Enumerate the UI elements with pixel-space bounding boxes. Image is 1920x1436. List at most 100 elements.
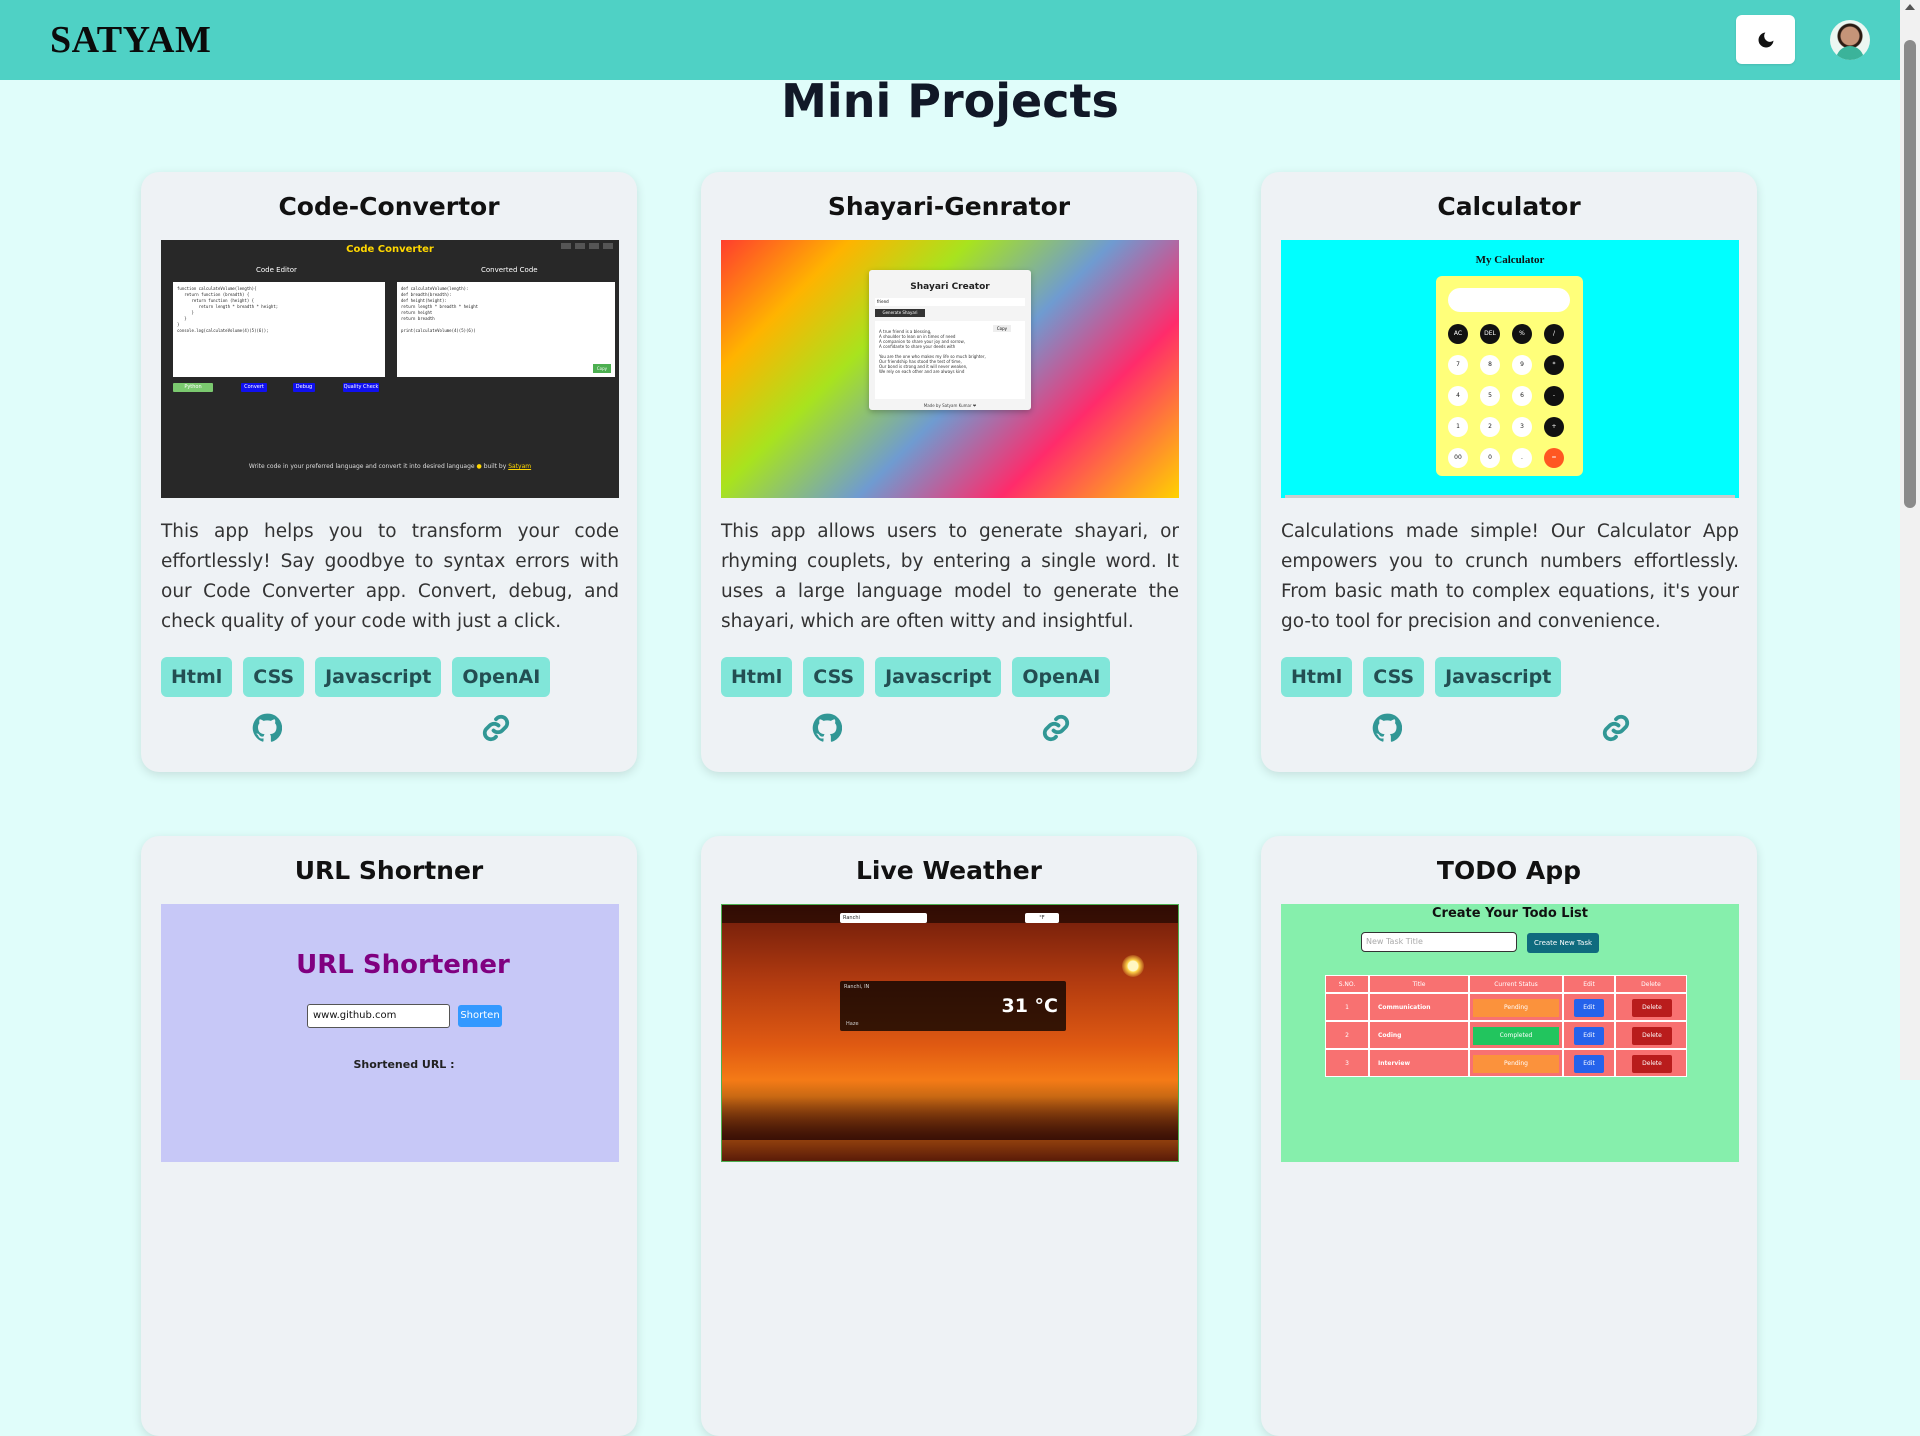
tag-html: Html — [1281, 657, 1353, 697]
github-icon — [252, 713, 282, 742]
preview-copy-button: Copy — [992, 325, 1011, 332]
preview-calc-key: 3 — [1512, 417, 1532, 437]
project-card-url-shortner: URL Shortner URL Shortener www.github.co… — [141, 836, 637, 1436]
card-title: Code-Convertor — [278, 192, 500, 221]
preview-calc-key: . — [1512, 448, 1532, 468]
project-preview-image: My Calculator AC DEL%/7 8 9 * 4 5 6-1 2 3 +00 0. = — [1281, 240, 1739, 498]
project-card-live-weather: Live Weather Ranchi °F Ranchi, IN 31 °C … — [701, 836, 1197, 1436]
preview-todo-table: S.NO. Title Current Status Edit Delete 1 Commu… — [1325, 975, 1697, 1077]
tag-javascript: Javascript — [1435, 657, 1562, 697]
preview-calc-key: / — [1544, 324, 1564, 344]
card-title: TODO App — [1436, 856, 1582, 885]
preview-city-search: Ranchi — [840, 913, 927, 923]
theme-toggle-button[interactable] — [1736, 15, 1795, 64]
preview-title: My Calculator — [1475, 254, 1545, 266]
preview-language-select: Python — [173, 383, 213, 392]
preview-table-cell: Interview — [1369, 1049, 1469, 1077]
card-title: Shayari-Genrator — [827, 192, 1071, 221]
project-preview-image: URL Shortener www.github.com Shorten Sho… — [161, 904, 619, 1162]
preview-debug-button: Debug — [293, 383, 315, 392]
avatar[interactable] — [1830, 20, 1870, 60]
scroll-up-icon[interactable] — [1905, 4, 1915, 10]
page-scrollbar[interactable] — [1900, 0, 1920, 1080]
preview-calculator-body: AC DEL%/7 8 9 * 4 5 6-1 2 3 +00 0. = — [1436, 276, 1583, 476]
card-description: Calculations made simple! Our Calculator… — [1281, 521, 1739, 632]
preview-calc-key: 00 — [1448, 448, 1468, 468]
preview-calc-key: 5 — [1480, 386, 1500, 406]
tag-list: Html CSS Javascript OpenAI — [161, 657, 551, 697]
scrollbar-thumb[interactable] — [1904, 40, 1916, 508]
preview-location: Ranchi, IN — [844, 984, 870, 990]
preview-table-cell: 3 — [1325, 1049, 1369, 1077]
preview-calc-key: DEL — [1480, 324, 1500, 344]
preview-temperature: 31 °C — [1001, 995, 1059, 1017]
link-icon — [1042, 714, 1070, 742]
preview-create-button: Create New Task — [1527, 933, 1599, 953]
github-icon — [812, 713, 842, 742]
preview-quality-button: Quality Check — [343, 383, 379, 392]
preview-table-cell: 1 — [1325, 993, 1369, 1021]
preview-shorten-button: Shorten — [458, 1005, 502, 1027]
project-preview-image: Create Your Todo List New Task Title Cre… — [1281, 904, 1739, 1162]
preview-unit-toggle: °F — [1025, 913, 1059, 923]
preview-table-cell: Pending — [1469, 993, 1563, 1021]
project-card-shayari-genrator: Shayari-Genrator Shayari Creator friend … — [701, 172, 1197, 772]
github-icon — [1372, 713, 1402, 742]
preview-calc-key: 1 — [1448, 417, 1468, 437]
preview-calc-key: 8 — [1480, 355, 1500, 375]
preview-calc-key: + — [1544, 417, 1564, 437]
preview-table-cell: Delete — [1615, 1021, 1687, 1049]
github-link-button[interactable] — [251, 712, 283, 744]
brand-logo[interactable]: SATYAM — [50, 18, 211, 62]
link-icon — [1602, 714, 1630, 742]
preview-calc-key: - — [1544, 386, 1564, 406]
preview-table-cell: 2 — [1325, 1021, 1369, 1049]
tag-css: CSS — [243, 657, 305, 697]
tag-html: Html — [161, 657, 233, 697]
page-title: Mini Projects — [781, 74, 1119, 128]
preview-calc-key: 0 — [1480, 448, 1500, 468]
preview-copy-button: Copy — [592, 364, 611, 373]
preview-calc-key: 9 — [1512, 355, 1532, 375]
preview-title: URL Shortener — [296, 950, 510, 980]
preview-title: Code Converter — [346, 244, 434, 255]
tag-css: CSS — [803, 657, 865, 697]
live-link-button[interactable] — [1600, 712, 1632, 744]
card-description: This app helps you to transform your cod… — [161, 521, 619, 632]
tag-openai: OpenAI — [1012, 657, 1111, 697]
project-preview-image: Code Converter Code Editor Converted Cod… — [161, 240, 619, 498]
preview-table-cell: Pending — [1469, 1049, 1563, 1077]
project-card-code-convertor: Code-Convertor Code Converter Code Edito… — [141, 172, 637, 772]
project-preview-image: Shayari Creator friend Generate Shayari … — [721, 240, 1179, 498]
preview-convert-button: Convert — [241, 383, 267, 392]
preview-table-cell: Coding — [1369, 1021, 1469, 1049]
github-link-button[interactable] — [811, 712, 843, 744]
preview-lines: A true friend is a blessing, A shoulder t… — [879, 329, 986, 374]
link-icon — [482, 714, 510, 742]
preview-right-label: Converted Code — [481, 266, 538, 274]
live-link-button[interactable] — [480, 712, 512, 744]
github-link-button[interactable] — [1371, 712, 1403, 744]
preview-right-code: def calculateVolume(length): def breadth… — [401, 286, 479, 333]
preview-title: Create Your Todo List — [1432, 906, 1588, 921]
tag-html: Html — [721, 657, 793, 697]
card-title: Calculator — [1437, 192, 1581, 221]
preview-title: Shayari Creator — [910, 282, 990, 292]
navbar: SATYAM — [0, 0, 1900, 80]
preview-calc-key: 7 — [1448, 355, 1468, 375]
tag-javascript: Javascript — [315, 657, 442, 697]
preview-calc-key: = — [1544, 448, 1564, 468]
preview-left-label: Code Editor — [256, 266, 297, 274]
preview-calc-key: 6 — [1512, 386, 1532, 406]
tag-javascript: Javascript — [875, 657, 1002, 697]
preview-calc-key: % — [1512, 324, 1532, 344]
card-title: Live Weather — [856, 856, 1042, 885]
preview-condition: Haze — [846, 1021, 859, 1027]
live-link-button[interactable] — [1040, 712, 1072, 744]
tag-list: Html CSS Javascript OpenAI — [721, 657, 1111, 697]
preview-table-cell: Edit — [1563, 975, 1615, 993]
preview-generate-button: Generate Shayari — [875, 309, 925, 317]
preview-table-cell: Edit — [1563, 1021, 1615, 1049]
project-card-todo-app: TODO App Create Your Todo List New Task … — [1261, 836, 1757, 1436]
preview-left-code: function calculateVolume(length){ return… — [177, 286, 279, 333]
